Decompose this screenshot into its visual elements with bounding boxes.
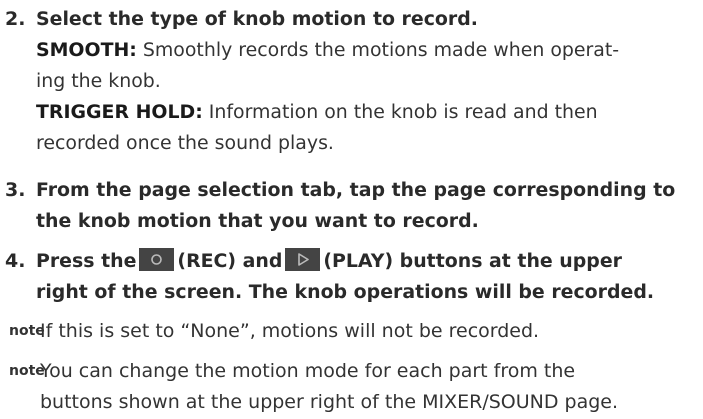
step-number: 2. — [5, 8, 26, 30]
rec-label: (REC) and — [177, 250, 283, 272]
note-text: If this is set to “None”, motions will n… — [40, 320, 540, 342]
step-title: From the page selection tab, tap the pag… — [36, 179, 676, 201]
step-title: Select the type of knob motion to record… — [36, 8, 478, 30]
step-number: 4. — [5, 250, 26, 272]
option-trigger-hold: TRIGGER HOLD: Information on the knob is… — [36, 97, 703, 128]
option-description: Smoothly records the motions made when o… — [136, 39, 620, 61]
option-description: Information on the knob is read and then — [202, 101, 598, 123]
step-text: Press the — [36, 250, 137, 272]
step-title-continued: the knob motion that you want to record. — [36, 210, 479, 232]
option-smooth: SMOOTH: Smoothly records the motions mad… — [36, 35, 703, 66]
step-body: Press the (REC) and (PLAY) buttons at the … — [36, 246, 703, 308]
option-keyword: SMOOTH: — [36, 39, 137, 61]
note-text-continued: buttons shown at the upper right of the … — [40, 391, 619, 413]
step-number: 3. — [5, 179, 26, 201]
step-title: Press the (REC) and (PLAY) buttons at the … — [36, 246, 703, 277]
step-body: From the page selection tab, tap the pag… — [36, 175, 703, 237]
step-title-continued: right of the screen. The knob operations… — [36, 281, 655, 303]
record-button-icon — [139, 248, 175, 271]
option-description-continued: ing the knob. — [36, 70, 161, 92]
option-description-continued: recorded once the sound plays. — [36, 132, 334, 154]
step-body: Select the type of knob motion to record… — [36, 4, 703, 159]
note-text: You can change the motion mode for each … — [40, 360, 576, 382]
play-button-icon — [285, 248, 321, 271]
note-body: You can change the motion mode for each … — [40, 356, 618, 418]
play-label: (PLAY) buttons at the upper — [323, 250, 622, 272]
option-keyword: TRIGGER HOLD: — [36, 101, 203, 123]
note-body: If this is set to “None”, motions will n… — [40, 316, 539, 347]
manual-page: 2. Select the type of knob motion to rec… — [0, 0, 703, 419]
